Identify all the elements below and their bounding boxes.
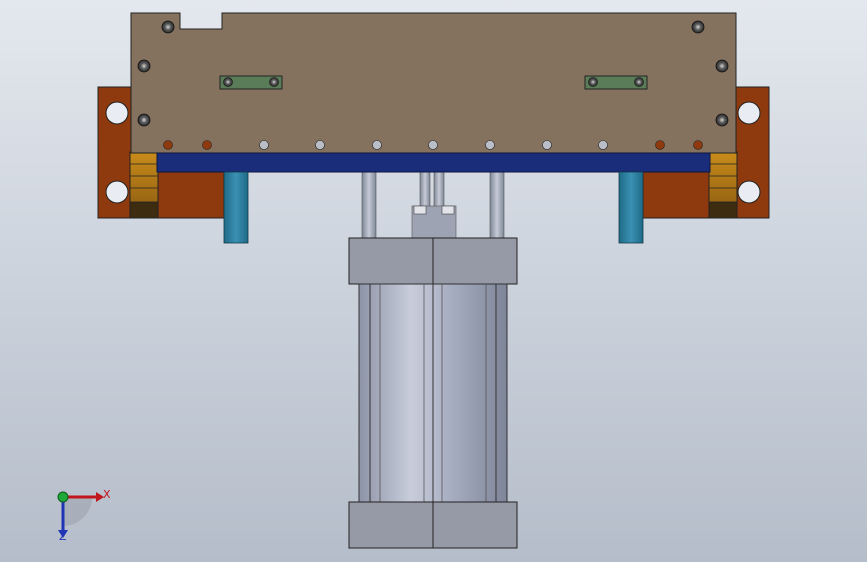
cad-model-view[interactable] <box>0 0 867 562</box>
bolt-hole <box>737 180 761 204</box>
z-axis-label: Z <box>59 530 67 543</box>
adjustment-slot-left[interactable] <box>219 75 283 90</box>
bolt-hole <box>737 101 761 125</box>
y-axis-dot <box>57 491 69 503</box>
screw-icon <box>137 113 151 127</box>
x-axis-label: X <box>103 488 111 501</box>
screw-icon <box>137 59 151 73</box>
adjustment-slot-right[interactable] <box>584 75 648 90</box>
pneumatic-cylinder[interactable] <box>348 237 518 549</box>
screw-icon <box>715 113 729 127</box>
top-plate[interactable] <box>130 12 737 154</box>
bolt-hole <box>105 180 129 204</box>
screw-icon <box>715 59 729 73</box>
rod-clevis-left <box>413 205 427 215</box>
guide-rail-right[interactable] <box>618 171 644 244</box>
bolt-hole <box>105 101 129 125</box>
screw-icon <box>691 20 705 34</box>
graphics-viewport[interactable]: X Z <box>0 0 867 562</box>
screw-icon <box>161 20 175 34</box>
mounting-plate[interactable] <box>156 152 711 173</box>
guide-rail-left[interactable] <box>223 171 249 244</box>
rod-clevis-right <box>441 205 455 215</box>
